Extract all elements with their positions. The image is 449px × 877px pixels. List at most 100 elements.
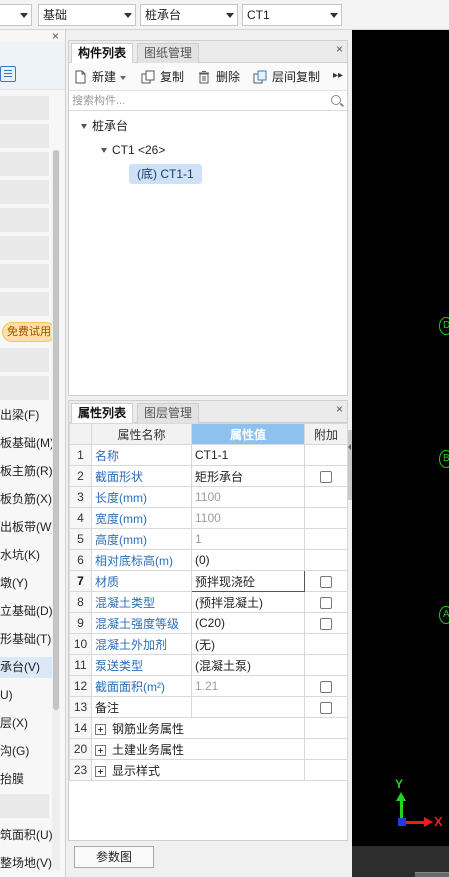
search-icon[interactable]	[331, 95, 341, 105]
property-value[interactable]: (0)	[191, 549, 305, 571]
property-value[interactable]: 1	[191, 528, 305, 550]
chevron-down-icon[interactable]	[81, 124, 87, 130]
tab-component-list[interactable]: 构件列表	[71, 43, 134, 64]
property-value[interactable]: 1100	[191, 486, 305, 508]
property-value[interactable]: CT1-1	[191, 444, 305, 466]
tab-drawing-management[interactable]: 图纸管理	[137, 43, 200, 63]
table-row[interactable]: 12 截面面积(m²) 1.21	[69, 675, 348, 697]
copy-button[interactable]: 复制	[141, 68, 184, 86]
category-select[interactable]: 基础	[38, 4, 136, 26]
sidebar-placeholder	[0, 292, 49, 316]
scrollbar-thumb[interactable]	[53, 150, 59, 710]
axis-label-d[interactable]: D	[439, 317, 449, 335]
property-value[interactable]: 矩形承台	[191, 465, 305, 487]
expand-plus-icon[interactable]	[95, 765, 106, 777]
table-row[interactable]: 5 高度(mm) 1	[69, 528, 348, 550]
table-group-row[interactable]: 20 土建业务属性	[69, 738, 348, 760]
property-value[interactable]	[191, 696, 305, 718]
type-select[interactable]: 桩承台	[140, 4, 238, 26]
extra-cell[interactable]	[304, 612, 348, 634]
sidebar-item[interactable]: U)	[0, 685, 52, 706]
row-number: 10	[69, 633, 92, 655]
view-tab-strip[interactable]	[415, 872, 449, 877]
group-cell[interactable]: 钢筋业务属性	[91, 717, 305, 739]
chevron-down-icon[interactable]	[101, 148, 107, 154]
extra-checkbox[interactable]	[320, 596, 332, 609]
sidebar-scrollbar[interactable]	[52, 150, 60, 870]
close-icon[interactable]: ×	[336, 403, 343, 415]
extra-checkbox[interactable]	[320, 680, 332, 693]
free-trial-badge[interactable]: 免费试用	[2, 322, 56, 342]
tab-property-list[interactable]: 属性列表	[71, 403, 134, 424]
delete-button[interactable]: 删除	[197, 68, 240, 86]
group-cell[interactable]: 显示样式	[91, 759, 305, 781]
sidebar-item[interactable]: 板基础(M)	[0, 433, 52, 454]
ucs-x-axis	[404, 821, 426, 824]
table-group-row[interactable]: 23 显示样式	[69, 759, 348, 781]
sidebar-item[interactable]: 沟(G)	[0, 741, 52, 762]
sidebar-item[interactable]: 板负筋(X)	[0, 489, 52, 510]
tab-layer-management[interactable]: 图层管理	[137, 403, 200, 423]
sidebar-item[interactable]: 层(X)	[0, 713, 52, 734]
axis-label-a[interactable]: A	[439, 606, 449, 624]
extra-checkbox[interactable]	[320, 617, 332, 630]
extra-checkbox[interactable]	[320, 701, 332, 714]
close-icon[interactable]: ×	[52, 30, 59, 42]
table-row[interactable]: 2 截面形状 矩形承台	[69, 465, 348, 487]
sidebar-item[interactable]: 立基础(D)	[0, 601, 52, 622]
table-row[interactable]: 1 名称 CT1-1	[69, 444, 348, 466]
param-diagram-button[interactable]: 参数图	[74, 846, 154, 868]
table-row[interactable]: 4 宽度(mm) 1100	[69, 507, 348, 529]
more-icon[interactable]: ▸▸	[333, 70, 343, 81]
table-row[interactable]: 11 泵送类型 (混凝土泵)	[69, 654, 348, 676]
expand-plus-icon[interactable]	[95, 744, 106, 756]
table-group-row[interactable]: 14 钢筋业务属性	[69, 717, 348, 739]
expand-plus-icon[interactable]	[95, 723, 106, 735]
new-button-label: 新建	[92, 70, 117, 84]
drawing-viewport[interactable]: D B A Y X	[352, 30, 449, 846]
extra-checkbox[interactable]	[320, 575, 332, 588]
property-value[interactable]: (预拌混凝土)	[191, 591, 305, 613]
sidebar-item[interactable]: 形基础(T)	[0, 629, 52, 650]
component-search-input[interactable]	[69, 91, 327, 110]
table-row[interactable]: 13 备注	[69, 696, 348, 718]
new-button[interactable]: 新建	[73, 68, 127, 86]
extra-cell[interactable]	[304, 570, 348, 592]
extra-cell[interactable]	[304, 675, 348, 697]
property-value[interactable]: (无)	[191, 633, 305, 655]
sidebar-item[interactable]: 出板带(W)	[0, 517, 52, 538]
sidebar-item[interactable]: 筑面积(U)	[0, 825, 52, 846]
extra-cell[interactable]	[304, 591, 348, 613]
tree-node-leaf-selected[interactable]: (底) CT1-1	[129, 164, 202, 184]
table-row[interactable]: 9 混凝土强度等级 (C20)	[69, 612, 348, 634]
sidebar-item[interactable]: 墩(Y)	[0, 573, 52, 594]
sidebar-item[interactable]: 板主筋(R)	[0, 461, 52, 482]
sidebar-item[interactable]: 抬膜	[0, 769, 52, 790]
sidebar-item[interactable]: 水坑(K)	[0, 545, 52, 566]
table-row[interactable]: 3 长度(mm) 1100	[69, 486, 348, 508]
table-row[interactable]: 10 混凝土外加剂 (无)	[69, 633, 348, 655]
axis-label-b[interactable]: B	[439, 450, 449, 468]
extra-checkbox[interactable]	[320, 470, 332, 483]
property-value[interactable]: (混凝土泵)	[191, 654, 305, 676]
sidebar-item[interactable]: 出梁(F)	[0, 405, 52, 426]
extra-cell[interactable]	[304, 465, 348, 487]
group-cell[interactable]: 土建业务属性	[91, 738, 305, 760]
sidebar-item[interactable]: 整场地(V)	[0, 853, 52, 874]
table-row[interactable]: 7 材质 预拌现浇砼	[69, 570, 348, 592]
property-value[interactable]: 1.21	[191, 675, 305, 697]
list-view-icon[interactable]	[0, 66, 16, 82]
floor-copy-button[interactable]: 层间复制	[253, 68, 320, 86]
extra-cell[interactable]	[304, 696, 348, 718]
sidebar-item-selected[interactable]: 承台(V)	[0, 657, 52, 678]
property-value[interactable]: (C20)	[191, 612, 305, 634]
table-row[interactable]: 6 相对底标高(m) (0)	[69, 549, 348, 571]
close-icon[interactable]: ×	[336, 43, 343, 55]
component-select[interactable]: CT1	[242, 4, 342, 26]
property-value-editor[interactable]: 预拌现浇砼	[191, 570, 305, 592]
floor-select[interactable]	[0, 4, 32, 26]
property-value[interactable]: 1100	[191, 507, 305, 529]
tree-node-child[interactable]: CT1 <26>	[101, 140, 165, 160]
tree-node-root[interactable]: 桩承台	[81, 116, 128, 136]
table-row[interactable]: 8 混凝土类型 (预拌混凝土)	[69, 591, 348, 613]
